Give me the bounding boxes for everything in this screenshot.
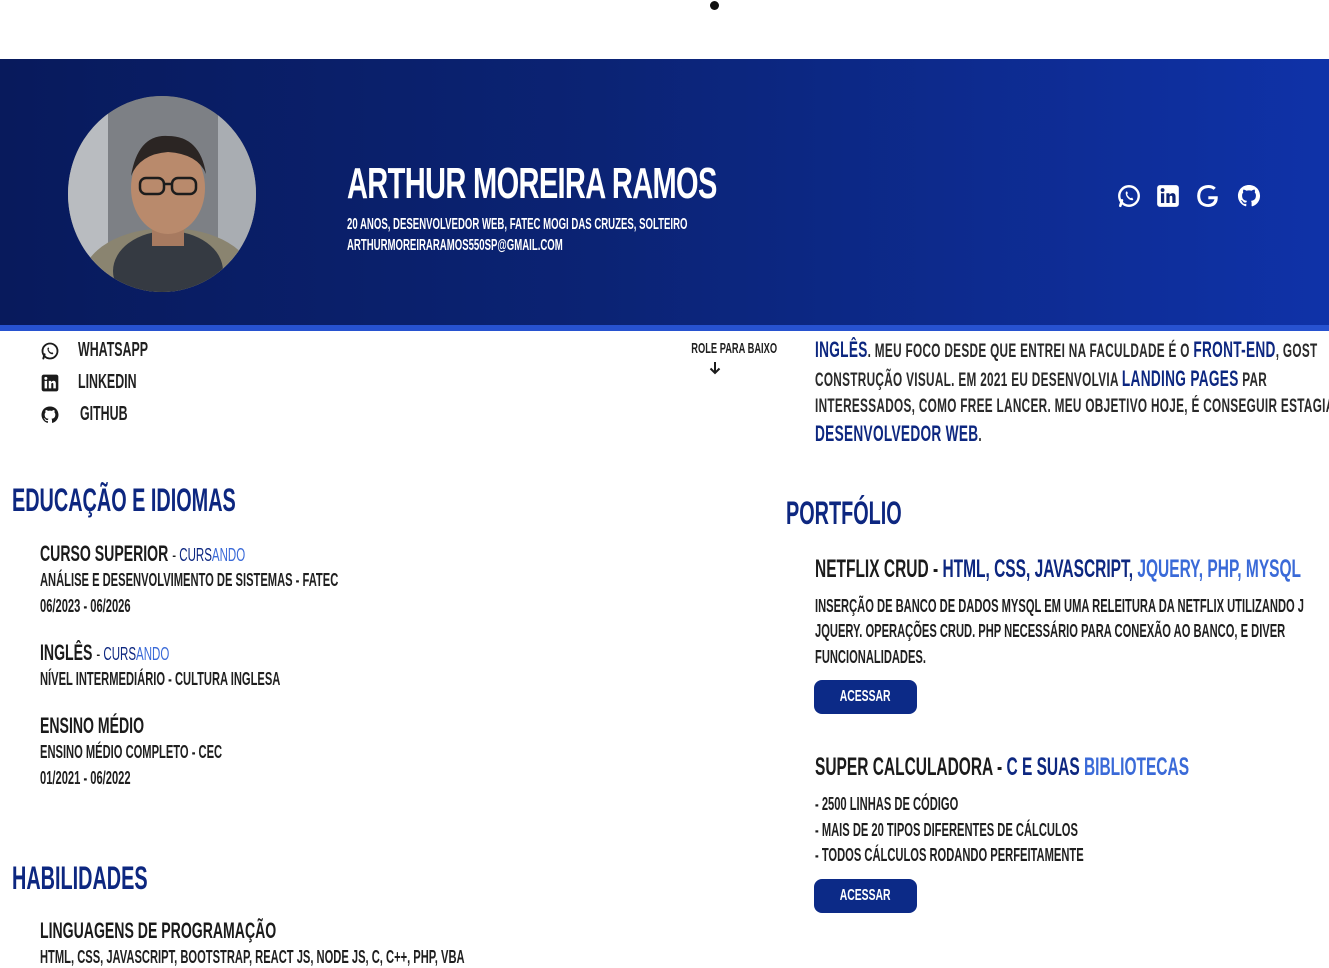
access-button[interactable]: ACESSAR xyxy=(814,879,917,913)
project-description: FUNCIONALIDADES. xyxy=(815,647,926,667)
profile-header: ARTHUR MOREIRA RAMOS 20 ANOS, DESENVOLVE… xyxy=(0,59,1329,331)
education-item-title: CURSO SUPERIOR - CURSANDO xyxy=(40,541,246,566)
project-description: INSERÇÃO DE BANCO DE DADOS MYSQL EM UMA … xyxy=(815,596,1304,616)
profile-email[interactable]: ARTHURMOREIRARAMOS550SP@GMAIL.COM xyxy=(347,237,563,255)
about-line: INTERESSADOS, COMO FREE LANCER. MEU OBJE… xyxy=(815,396,1329,417)
education-line: 06/2023 - 06/2026 xyxy=(40,596,131,616)
about-line: INGLÊS. MEU FOCO DESDE QUE ENTREI NA FAC… xyxy=(815,337,1318,362)
project-description: - MAIS DE 20 TIPOS DIFERENTES DE CÁLCULO… xyxy=(815,820,1078,840)
arrow-down-icon xyxy=(707,360,723,376)
skills-title: HABILIDADES xyxy=(12,860,148,896)
project-description: - TODOS CÁLCULOS RODANDO PERFEITAMENTE xyxy=(815,845,1084,865)
education-item-title: INGLÊS - CURSANDO xyxy=(40,640,170,665)
about-line: DESENVOLVEDOR WEB. xyxy=(815,421,982,446)
education-line: 01/2021 - 06/2022 xyxy=(40,768,131,788)
avatar xyxy=(68,96,256,292)
profile-subtitle: 20 ANOS, DESENVOLVEDOR WEB, FATEC MOGI D… xyxy=(347,216,688,233)
project-title: NETFLIX CRUD - HTML, CSS, JAVASCRIPT, JQ… xyxy=(815,555,1302,583)
github-icon[interactable] xyxy=(1236,183,1262,209)
skills-item-title: LINGUAGENS DE PROGRAMAÇÃO xyxy=(40,918,277,943)
skills-line: HTML, CSS, JAVASCRIPT, BOOTSTRAP, REACT … xyxy=(40,947,465,967)
profile-name: ARTHUR MOREIRA RAMOS xyxy=(347,159,717,208)
linkedin-icon xyxy=(40,373,60,393)
project-description: - 2500 LINHAS DE CÓDIGO xyxy=(815,794,959,814)
education-line: ANÁLISE E DESENVOLVIMENTO DE SISTEMAS - … xyxy=(40,570,339,590)
education-line: ENSINO MÉDIO COMPLETO - CEC xyxy=(40,742,223,762)
education-line: NÍVEL INTERMEDIÁRIO - CULTURA INGLESA xyxy=(40,669,281,689)
project-title: SUPER CALCULADORA - C E SUAS BIBLIOTECAS xyxy=(815,753,1190,781)
github-icon xyxy=(40,405,60,425)
education-item-title: ENSINO MÉDIO xyxy=(40,713,145,738)
portfolio-title: PORTFÓLIO xyxy=(786,495,902,531)
about-line: CONSTRUÇÃO VISUAL. EM 2021 EU DESENVOLVI… xyxy=(815,366,1268,391)
scroll-hint: ROLE PARA BAIXO xyxy=(665,340,777,375)
linkedin-icon[interactable] xyxy=(1155,183,1181,209)
project-description: JQUERY. OPERAÇÕES CRUD. PHP NECESSÁRIO P… xyxy=(815,621,1286,641)
google-icon[interactable] xyxy=(1195,183,1221,209)
contact-label: GITHUB xyxy=(80,403,128,425)
education-title: EDUCAÇÃO E IDIOMAS xyxy=(12,482,236,518)
contact-label: WHATSAPP xyxy=(78,339,149,361)
whatsapp-icon xyxy=(40,341,60,361)
whatsapp-icon[interactable] xyxy=(1116,183,1142,209)
scroll-hint-label: ROLE PARA BAIXO xyxy=(691,340,778,357)
access-button[interactable]: ACESSAR xyxy=(814,680,917,714)
contact-label: LINKEDIN xyxy=(78,371,137,393)
top-dot xyxy=(710,1,719,10)
